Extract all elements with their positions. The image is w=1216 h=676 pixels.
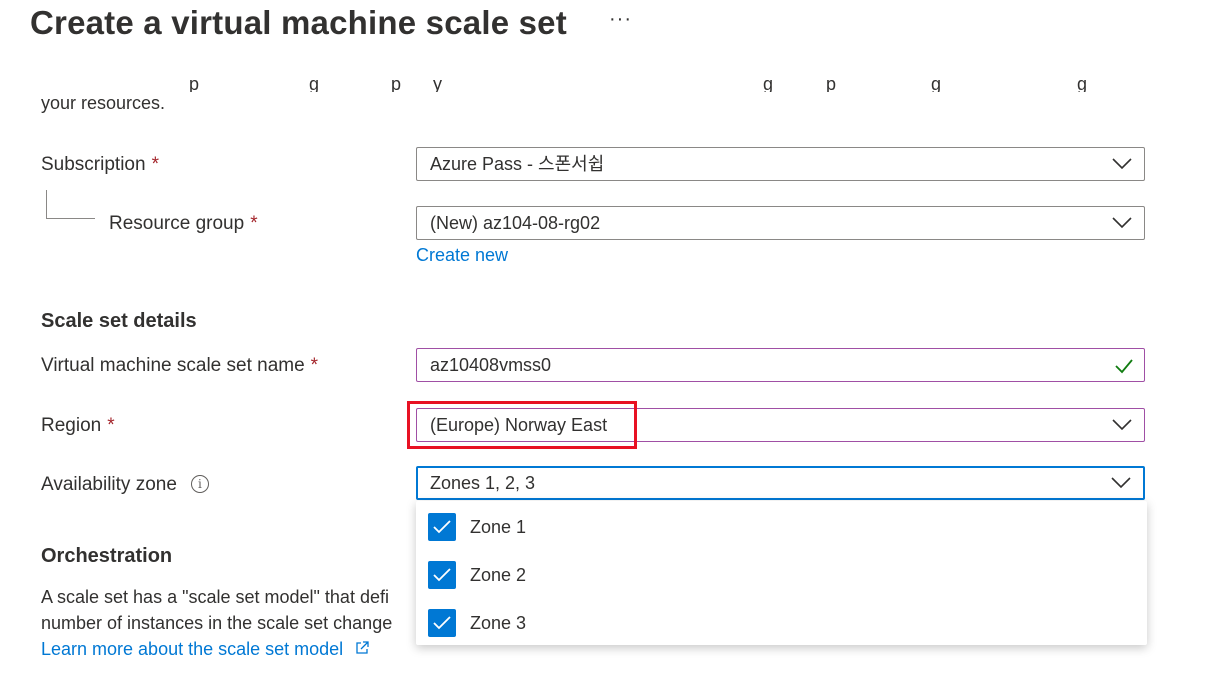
availability-zone-select[interactable]: Zones 1, 2, 3 bbox=[416, 466, 1145, 500]
required-marker: * bbox=[250, 213, 258, 234]
availability-zone-label-text: Availability zone bbox=[41, 474, 177, 495]
subscription-value: Azure Pass - 스폰서쉽 bbox=[430, 154, 605, 174]
external-link-icon bbox=[356, 641, 369, 654]
region-label-text: Region bbox=[41, 415, 102, 436]
availability-zone-value: Zones 1, 2, 3 bbox=[430, 473, 536, 493]
availability-zone-label: Availability zone i bbox=[41, 474, 209, 496]
subscription-label: Subscription * bbox=[41, 154, 159, 176]
subscription-label-text: Subscription bbox=[41, 154, 146, 175]
required-marker: * bbox=[151, 154, 159, 175]
create-new-link[interactable]: Create new bbox=[416, 245, 508, 266]
resource-group-label: Resource group * bbox=[109, 213, 258, 235]
checkbox-checked[interactable] bbox=[428, 561, 456, 589]
intro-fragment: p bbox=[189, 74, 200, 92]
section-heading-scale-set-details: Scale set details bbox=[41, 310, 197, 332]
vmss-name-value: az10408vmss0 bbox=[430, 355, 552, 375]
more-options-button[interactable]: ··· bbox=[609, 8, 632, 31]
page-title: Create a virtual machine scale set bbox=[30, 4, 567, 41]
zone-option-label: Zone 3 bbox=[470, 613, 527, 633]
zone-option-label: Zone 1 bbox=[470, 517, 527, 537]
zone-option-2[interactable]: Zone 2 bbox=[416, 551, 1147, 599]
required-marker: * bbox=[310, 355, 319, 376]
info-icon[interactable]: i bbox=[190, 475, 209, 493]
chevron-down-icon bbox=[1112, 217, 1132, 229]
checkbox-checked[interactable] bbox=[428, 609, 456, 637]
learn-more-link-text[interactable]: Learn more about the scale set model bbox=[41, 639, 343, 659]
learn-more-link[interactable]: Learn more about the scale set model bbox=[41, 639, 370, 660]
resource-group-value: (New) az104-08-rg02 bbox=[430, 213, 601, 233]
checkmark-icon bbox=[433, 568, 451, 582]
section-heading-orchestration: Orchestration bbox=[41, 545, 173, 567]
intro-fragment: p bbox=[826, 74, 837, 92]
intro-clipped-text: p g p y g p g g e a bbox=[41, 68, 1101, 92]
vmss-name-label: Virtual machine scale set name * bbox=[41, 355, 318, 377]
region-label: Region * bbox=[41, 415, 115, 437]
chevron-down-icon bbox=[1111, 477, 1131, 489]
vmss-name-label-text: Virtual machine scale set name bbox=[41, 355, 305, 376]
resource-group-select[interactable]: (New) az104-08-rg02 bbox=[416, 206, 1145, 240]
intro-fragment: g bbox=[931, 74, 942, 92]
resource-group-label-text: Resource group bbox=[109, 213, 245, 234]
intro-fragment: g bbox=[1077, 74, 1088, 92]
availability-zone-dropdown: Zone 1 Zone 2 Zone 3 bbox=[416, 501, 1147, 645]
vmss-name-input[interactable]: az10408vmss0 bbox=[416, 348, 1145, 382]
intro-fragment: g bbox=[309, 74, 320, 92]
valid-check-icon bbox=[1115, 359, 1133, 374]
required-marker: * bbox=[107, 415, 115, 436]
intro-fragment: y bbox=[433, 74, 442, 92]
zone-option-label: Zone 2 bbox=[470, 565, 527, 585]
intro-text: your resources. bbox=[41, 93, 166, 113]
subscription-select[interactable]: Azure Pass - 스폰서쉽 bbox=[416, 147, 1145, 181]
chevron-down-icon bbox=[1112, 419, 1132, 431]
orchestration-description-line: A scale set has a "scale set model" that… bbox=[41, 587, 389, 607]
chevron-down-icon bbox=[1112, 158, 1132, 170]
checkmark-icon bbox=[433, 616, 451, 630]
intro-fragment: g bbox=[763, 74, 774, 92]
checkbox-checked[interactable] bbox=[428, 513, 456, 541]
intro-fragment: p bbox=[391, 74, 402, 92]
tree-connector bbox=[46, 190, 95, 219]
checkmark-icon bbox=[433, 520, 451, 534]
highlight-box bbox=[407, 401, 637, 449]
zone-option-3[interactable]: Zone 3 bbox=[416, 599, 1147, 647]
zone-option-1[interactable]: Zone 1 bbox=[416, 503, 1147, 551]
orchestration-description-line: number of instances in the scale set cha… bbox=[41, 613, 393, 633]
